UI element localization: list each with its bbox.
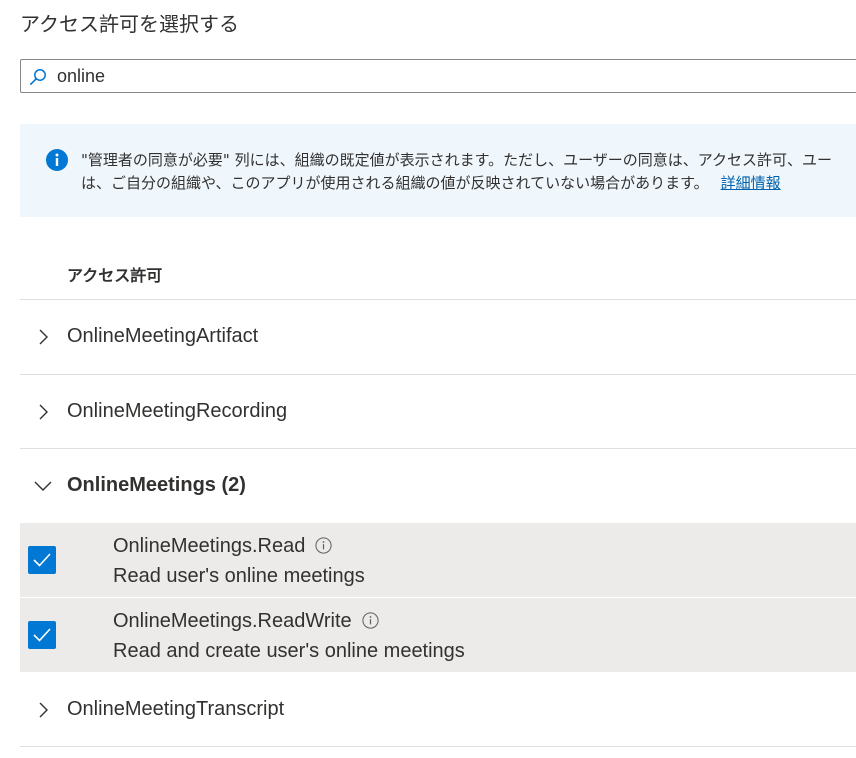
permissions-panel: アクセス許可を選択する "管理者の同意が必要" 列には、組織の既定値が表示されま… [0, 0, 856, 758]
group-label: OnlineMeetingRecording [67, 400, 288, 422]
group-label: OnlineMeetings (2) [67, 474, 246, 496]
row-divider [20, 746, 856, 747]
info-icon[interactable] [362, 612, 379, 629]
permission-name-text: OnlineMeetings.ReadWrite [113, 610, 352, 632]
permission-name-text: OnlineMeetings.Read [113, 535, 306, 557]
info-text-line2: は、ご自分の組織や、このアプリが使用される組織の値が反映されていない場合がありま… [81, 172, 781, 193]
group-row-onlinemeetingrecording[interactable]: OnlineMeetingRecording [20, 375, 856, 449]
group-label: OnlineMeetingArtifact [67, 325, 259, 347]
chevron-down-icon[interactable] [34, 477, 52, 495]
search-icon [29, 69, 46, 86]
permission-description: Read user's online meetings [113, 565, 365, 587]
permission-row-onlinemeetings-readwrite[interactable]: OnlineMeetings.ReadWrite Read and create… [20, 598, 856, 672]
group-row-onlinemeetingtranscript[interactable]: OnlineMeetingTranscript [20, 673, 856, 747]
info-text-line1: "管理者の同意が必要" 列には、組織の既定値が表示されます。ただし、ユーザーの同… [81, 151, 833, 169]
chevron-right-icon[interactable] [34, 328, 52, 346]
permission-checkbox[interactable] [28, 546, 56, 574]
permission-name: OnlineMeetings.Read [113, 535, 332, 558]
learn-more-link[interactable]: 詳細情報 [721, 174, 781, 192]
search-box[interactable] [20, 59, 856, 93]
info-icon [46, 149, 68, 171]
checkmark-icon [33, 553, 51, 567]
column-header-permissions: アクセス許可 [67, 266, 163, 285]
group-label: OnlineMeetingTranscript [67, 698, 285, 720]
group-row-onlinemeetingartifact[interactable]: OnlineMeetingArtifact [20, 300, 856, 374]
chevron-right-icon[interactable] [34, 701, 52, 719]
permission-description: Read and create user's online meetings [113, 640, 465, 662]
permission-checkbox[interactable] [28, 621, 56, 649]
permission-name: OnlineMeetings.ReadWrite [113, 610, 379, 633]
permission-row-onlinemeetings-read[interactable]: OnlineMeetings.Read Read user's online m… [20, 523, 856, 597]
page-title: アクセス許可を選択する [20, 12, 239, 36]
info-banner: "管理者の同意が必要" 列には、組織の既定値が表示されます。ただし、ユーザーの同… [20, 124, 856, 217]
chevron-right-icon[interactable] [34, 403, 52, 421]
info-text-line2-content: は、ご自分の組織や、このアプリが使用される組織の値が反映されていない場合がありま… [81, 174, 709, 192]
group-row-onlinemeetings[interactable]: OnlineMeetings (2) [20, 449, 856, 523]
info-icon[interactable] [315, 537, 332, 554]
checkmark-icon [33, 628, 51, 642]
search-input[interactable] [57, 63, 557, 89]
